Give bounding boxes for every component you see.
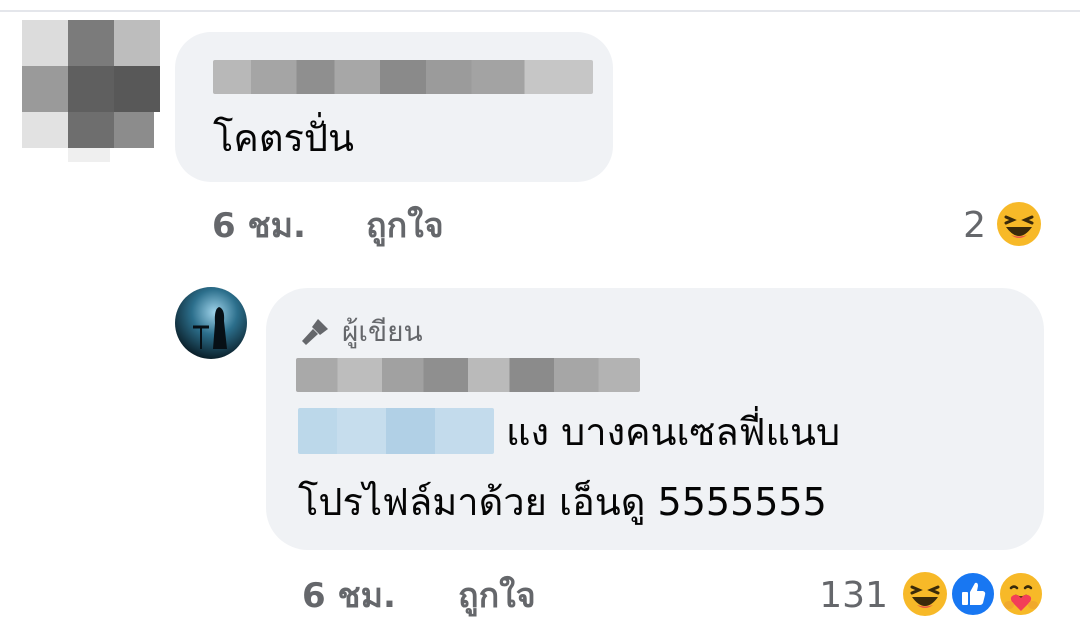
avatar-pixelated[interactable]: [22, 20, 164, 162]
divider: [0, 10, 1080, 12]
like-button[interactable]: ถูกใจ: [458, 574, 536, 618]
reaction-count[interactable]: 131: [800, 574, 888, 618]
comment-text-line1: แง บางคนเซลฟี่แนบ: [506, 410, 841, 454]
care-icon[interactable]: [998, 571, 1044, 617]
comment-bubble: โคตรปั่น: [175, 32, 613, 182]
haha-icon[interactable]: [996, 201, 1042, 247]
name-redacted[interactable]: [296, 358, 640, 392]
comment-time[interactable]: 6 ชม.: [302, 574, 396, 618]
tag-redacted[interactable]: [298, 408, 494, 454]
comment-text-line2: โปรไฟล์มาด้วย เอ็นดู 5555555: [298, 480, 827, 524]
like-icon[interactable]: [950, 571, 996, 617]
comment-text: โคตรปั่น: [213, 116, 355, 160]
haha-icon[interactable]: [902, 571, 948, 617]
like-button[interactable]: ถูกใจ: [366, 204, 444, 248]
reaction-count[interactable]: 2: [930, 204, 986, 248]
author-badge: ผู้เขียน: [298, 312, 423, 352]
name-redacted[interactable]: [213, 60, 593, 94]
author-label: ผู้เขียน: [342, 315, 423, 348]
avatar[interactable]: [175, 287, 247, 359]
microphone-icon: [302, 319, 328, 345]
comment-time[interactable]: 6 ชม.: [212, 204, 306, 248]
